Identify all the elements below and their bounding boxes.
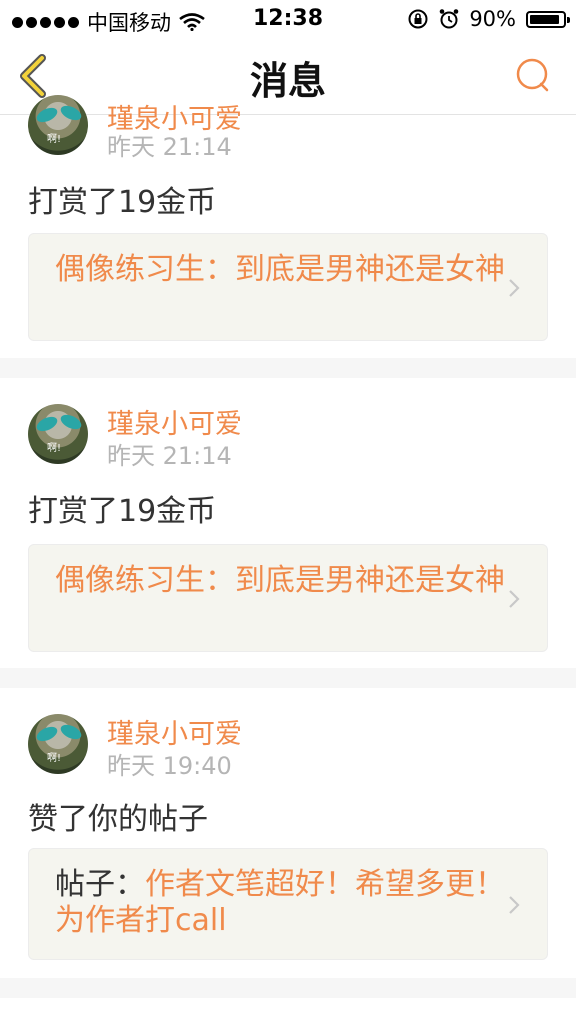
referenced-post[interactable]: 偶像练习生：到底是男神还是女神	[28, 544, 548, 652]
battery-percent: 90%	[469, 7, 516, 31]
page-title: 消息	[249, 59, 326, 103]
message-action: 赞了你的帖子	[28, 802, 208, 837]
message-card: 啊! 瑾泉小可爱 昨天 19:40 赞了你的帖子 帖子：作者文笔超好！希望多更！…	[0, 688, 576, 978]
message-card	[0, 998, 576, 1024]
referenced-post[interactable]: 偶像练习生：到底是男神还是女神	[28, 233, 548, 341]
status-bar: 中国移动 12:38 90%	[0, 0, 576, 38]
status-right: 90%	[407, 7, 570, 31]
message-time: 昨天 21:14	[107, 442, 232, 470]
message-card: 啊! 瑾泉小可爱 昨天 21:14 打赏了19金币 偶像练习生：到底是男神还是女…	[0, 378, 576, 668]
search-icon[interactable]	[514, 56, 552, 94]
alarm-icon	[440, 9, 459, 29]
referenced-post-text: 偶像练习生：到底是男神还是女神	[55, 563, 505, 598]
referenced-post-text: 偶像练习生：到底是男神还是女神	[55, 252, 505, 287]
battery-icon	[526, 10, 570, 28]
message-card: 啊! 瑾泉小可爱 昨天 21:14 打赏了19金币 偶像练习生：到底是男神还是女…	[0, 95, 576, 358]
message-time: 昨天 21:14	[107, 133, 232, 161]
avatar-caption: 啊!	[47, 753, 62, 764]
message-action: 打赏了19金币	[28, 185, 217, 220]
chevron-right-icon	[509, 279, 520, 297]
chevron-right-icon	[509, 590, 520, 608]
message-time: 昨天 19:40	[107, 752, 232, 780]
chevron-right-icon	[509, 896, 520, 914]
avatar[interactable]: 啊!	[28, 404, 88, 464]
avatar-caption: 啊!	[47, 134, 62, 145]
rotation-lock-icon	[408, 9, 428, 29]
nav-bar: 消息	[0, 38, 576, 115]
avatar[interactable]: 啊!	[28, 95, 88, 155]
avatar-caption: 啊!	[47, 443, 62, 454]
message-action: 打赏了19金币	[28, 494, 217, 529]
referenced-post[interactable]: 帖子：作者文笔超好！希望多更！为作者打call	[28, 848, 548, 960]
referenced-post-text: 帖子：作者文笔超好！希望多更！为作者打call	[55, 867, 505, 938]
avatar[interactable]: 啊!	[28, 714, 88, 774]
